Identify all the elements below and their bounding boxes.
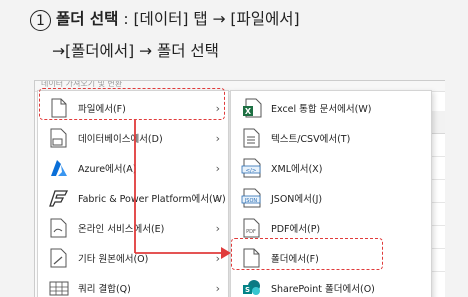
menu-item-label: 기타 원본에서(O) xyxy=(78,254,149,265)
excel-icon: X xyxy=(241,97,263,119)
excel-screenshot: 데이터 가져오기 및 변환 G 파일에서(F) › 데이터베이스에서(D) › xyxy=(34,80,445,297)
menu-item-label: 온라인 서비스에서(E) xyxy=(78,224,165,235)
fabric-icon xyxy=(48,187,70,209)
get-data-menu: 파일에서(F) › 데이터베이스에서(D) › Azure에서(A) › Fab… xyxy=(37,90,229,297)
submenu-item-label: Excel 통합 문서에서(W) xyxy=(271,104,372,115)
pdf-icon: PDF xyxy=(241,217,263,239)
submenu-item-label: 텍스트/CSV에서(T) xyxy=(271,134,351,145)
step-number: 1 xyxy=(30,10,51,31)
database-icon xyxy=(48,127,70,149)
submenu-item-sharepoint[interactable]: S SharePoint 폴더에서(O) xyxy=(231,273,431,297)
instruction-line-2: →[폴더에서] → 폴더 선택 xyxy=(52,42,219,60)
json-icon: JSON xyxy=(241,187,263,209)
text-csv-icon xyxy=(241,127,263,149)
sharepoint-icon: S xyxy=(241,277,263,297)
menu-item-combine-queries[interactable]: 쿼리 결합(Q) › xyxy=(38,273,228,297)
instruction-line-1: 1 폴더 선택 : [데이터] 탭 → [파일에서] xyxy=(30,8,300,31)
menu-item-label: 데이터베이스에서(D) xyxy=(78,134,163,145)
azure-icon xyxy=(48,157,70,179)
combine-queries-icon xyxy=(48,277,70,297)
submenu-item-text-csv[interactable]: 텍스트/CSV에서(T) xyxy=(231,123,431,153)
other-sources-icon xyxy=(48,247,70,269)
step-title: 폴더 선택 xyxy=(56,10,119,28)
svg-text:PDF: PDF xyxy=(246,229,256,235)
submenu-item-excel[interactable]: X Excel 통합 문서에서(W) xyxy=(231,93,431,123)
submenu-item-label: SharePoint 폴더에서(O) xyxy=(271,284,375,295)
highlight-from-file xyxy=(39,88,225,120)
menu-item-from-azure[interactable]: Azure에서(A) › xyxy=(38,153,228,183)
submenu-item-label: PDF에서(P) xyxy=(271,224,321,235)
svg-text:S: S xyxy=(245,286,250,294)
step-path-1: : [데이터] 탭 → [파일에서] xyxy=(118,10,300,28)
chevron-right-icon: › xyxy=(215,221,220,235)
chevron-right-icon: › xyxy=(215,281,220,295)
menu-item-from-online-services[interactable]: 온라인 서비스에서(E) › xyxy=(38,213,228,243)
svg-text:X: X xyxy=(245,107,252,116)
menu-item-label: 쿼리 결합(Q) xyxy=(78,284,131,295)
chevron-right-icon: › xyxy=(215,251,220,265)
chevron-right-icon: › xyxy=(215,161,220,175)
menu-item-label: Fabric & Power Platform에서(W) xyxy=(78,194,226,205)
svg-text:</>: </> xyxy=(245,168,256,174)
submenu-item-label: XML에서(X) xyxy=(271,164,323,175)
menu-item-from-database[interactable]: 데이터베이스에서(D) › xyxy=(38,123,228,153)
menu-item-label: Azure에서(A) xyxy=(78,164,137,175)
highlight-from-folder xyxy=(231,238,383,270)
submenu-item-json[interactable]: JSON JSON에서(J) xyxy=(231,183,431,213)
xml-icon: </> xyxy=(241,157,263,179)
online-service-icon xyxy=(48,217,70,239)
menu-item-from-fabric[interactable]: Fabric & Power Platform에서(W) › xyxy=(38,183,228,213)
chevron-right-icon: › xyxy=(215,191,220,205)
svg-text:JSON: JSON xyxy=(244,198,258,204)
menu-item-from-other-sources[interactable]: 기타 원본에서(O) › xyxy=(38,243,228,273)
submenu-item-label: JSON에서(J) xyxy=(271,194,323,205)
chevron-right-icon: › xyxy=(215,131,220,145)
submenu-item-xml[interactable]: </> XML에서(X) xyxy=(231,153,431,183)
